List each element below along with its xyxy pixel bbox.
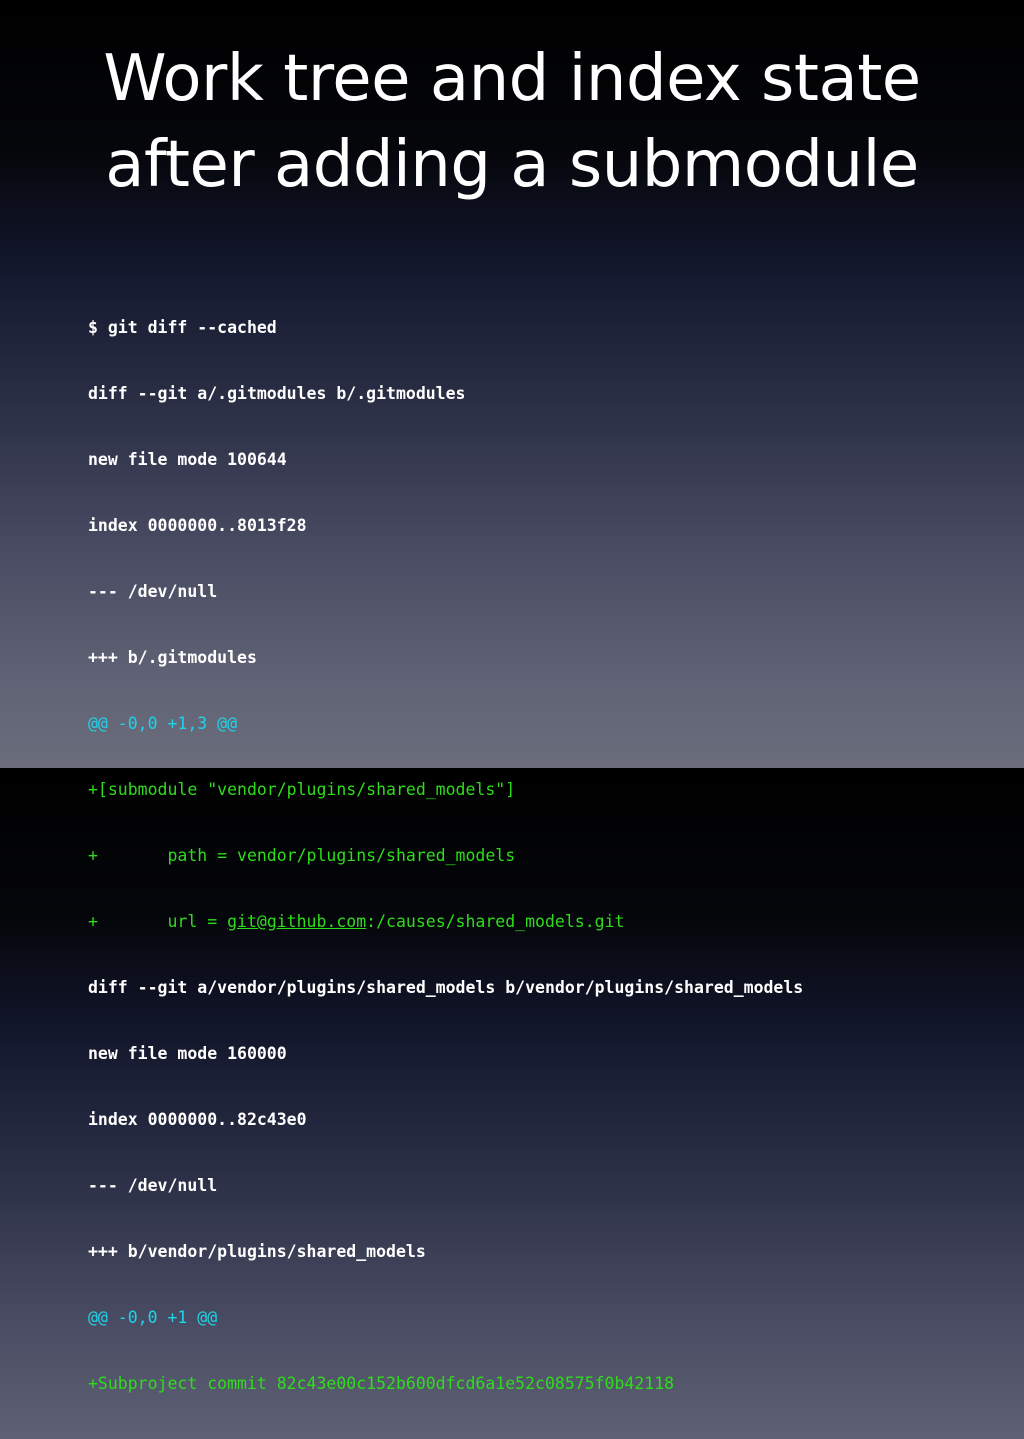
code-line-file-mode: new file mode 160000 bbox=[88, 1044, 287, 1063]
code-line-diff-header: diff --git a/.gitmodules b/.gitmodules bbox=[88, 384, 466, 403]
code-line-command: $ git diff --cached bbox=[88, 318, 277, 337]
code-line-added: +Subproject commit 82c43e00c152b600dfcd6… bbox=[88, 1374, 675, 1393]
code-line-file-mode: new file mode 100644 bbox=[88, 450, 287, 469]
code-line-hunk-header: @@ -0,0 +1,3 @@ bbox=[88, 714, 238, 733]
code-line-hunk-header: @@ -0,0 +1 @@ bbox=[88, 1308, 218, 1327]
code-line-old-file: --- /dev/null bbox=[88, 1176, 218, 1195]
code-line-index: index 0000000..82c43e0 bbox=[88, 1110, 307, 1129]
slide-title-line-2: after adding a submodule bbox=[105, 128, 919, 202]
code-line-added-url: + url = git@github.com:/causes/shared_mo… bbox=[88, 911, 803, 933]
code-line-added: + path = vendor/plugins/shared_models bbox=[88, 846, 516, 865]
code-line-diff-header: diff --git a/vendor/plugins/shared_model… bbox=[88, 978, 804, 997]
code-line-added: +[submodule "vendor/plugins/shared_model… bbox=[88, 780, 516, 799]
code-line-index: index 0000000..8013f28 bbox=[88, 516, 307, 535]
slide: Work tree and index state after adding a… bbox=[0, 0, 1024, 1393]
slide-title-line-1: Work tree and index state bbox=[103, 42, 921, 116]
code-line-new-file: +++ b/vendor/plugins/shared_models bbox=[88, 1242, 426, 1261]
code-url-prefix: + url = bbox=[88, 912, 228, 931]
email-link[interactable]: git@github.com bbox=[227, 912, 366, 931]
code-line-old-file: --- /dev/null bbox=[88, 582, 218, 601]
code-url-suffix: :/causes/shared_models.git bbox=[366, 912, 625, 931]
slide-title: Work tree and index state after adding a… bbox=[0, 36, 1024, 208]
code-line-new-file: +++ b/.gitmodules bbox=[88, 648, 257, 667]
terminal-output: $ git diff --cached diff --git a/.gitmod… bbox=[88, 273, 803, 1439]
